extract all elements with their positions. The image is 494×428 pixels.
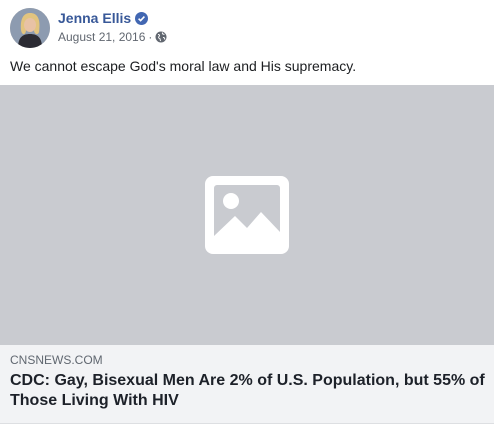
post-meta: August 21, 2016 · xyxy=(58,30,167,44)
post-date[interactable]: August 21, 2016 xyxy=(58,30,145,44)
link-preview[interactable]: CNSNEWS.COM CDC: Gay, Bisexual Men Are 2… xyxy=(0,345,494,424)
post-header: Jenna Ellis August 21, 2016 · xyxy=(10,8,480,50)
post-text: We cannot escape God's moral law and His… xyxy=(10,58,357,74)
meta-separator: · xyxy=(148,30,153,44)
link-headline[interactable]: CDC: Gay, Bisexual Men Are 2% of U.S. Po… xyxy=(10,371,488,411)
link-domain: CNSNEWS.COM xyxy=(10,353,103,367)
link-image-placeholder[interactable] xyxy=(0,85,494,345)
avatar-image xyxy=(10,8,50,48)
author-name-link[interactable]: Jenna Ellis xyxy=(58,10,149,26)
globe-icon[interactable] xyxy=(155,31,167,43)
verified-badge-icon xyxy=(135,11,149,25)
image-placeholder-icon xyxy=(205,176,289,254)
avatar[interactable] xyxy=(10,8,50,48)
author-name[interactable]: Jenna Ellis xyxy=(58,10,131,26)
